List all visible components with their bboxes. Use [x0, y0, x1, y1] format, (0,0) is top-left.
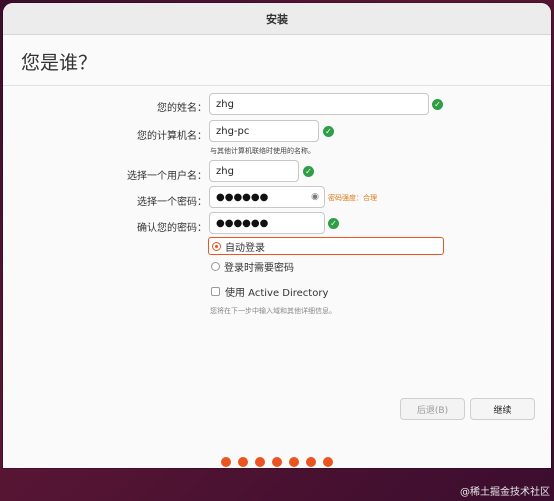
progress-dot — [221, 457, 231, 467]
computer-label: 您的计算机名： — [137, 131, 207, 142]
computer-hint: 与其他计算机联络时使用的名称。 — [210, 147, 315, 155]
auto-login-label: 自动登录 — [225, 242, 265, 254]
active-directory-hint: 您将在下一步中输入域和其他详细信息。 — [210, 307, 336, 315]
computer-valid-icon: ✓ — [323, 126, 334, 137]
back-button[interactable]: 后退(B) — [400, 398, 465, 420]
installer-window: 安装 您是谁？ 您的姓名： zhg ✓ 您的计算机名： zhg-pc ✓ 与其他… — [3, 3, 551, 468]
name-field[interactable]: zhg — [209, 93, 429, 115]
progress-dot — [306, 457, 316, 467]
require-password-radio[interactable] — [211, 261, 220, 271]
progress-dot — [272, 457, 282, 467]
show-password-icon[interactable]: ◉ — [311, 192, 319, 202]
continue-button[interactable]: 继续 — [470, 398, 535, 420]
watermark: @稀土掘金技术社区 — [460, 487, 550, 498]
progress-dot — [238, 457, 248, 467]
password-value: ●●●●●● — [216, 191, 269, 203]
confirm-value: ●●●●●● — [216, 217, 269, 229]
confirm-password-field[interactable]: ●●●●●● — [209, 212, 325, 234]
divider — [3, 85, 551, 86]
confirm-valid-icon: ✓ — [328, 218, 339, 229]
username-valid-icon: ✓ — [303, 166, 314, 177]
computer-name-value: zhg-pc — [216, 125, 250, 137]
progress-dot — [323, 457, 333, 467]
name-value: zhg — [216, 98, 234, 110]
auto-login-option[interactable]: 自动登录 — [208, 237, 444, 255]
auto-login-radio[interactable] — [212, 241, 221, 251]
computer-name-field[interactable]: zhg-pc — [209, 120, 319, 142]
active-directory-checkbox[interactable] — [211, 286, 220, 296]
active-directory-option[interactable]: 使用 Active Directory — [211, 282, 328, 300]
password-strength: 密码强度：合理 — [328, 194, 377, 202]
install-progress — [221, 457, 333, 467]
active-directory-label: 使用 Active Directory — [225, 287, 329, 299]
progress-dot — [255, 457, 265, 467]
username-field[interactable]: zhg — [209, 160, 299, 182]
username-label: 选择一个用户名： — [127, 171, 207, 182]
name-label: 您的姓名： — [157, 103, 207, 114]
require-password-label: 登录时需要密码 — [224, 262, 294, 274]
page-title: 您是谁？ — [21, 52, 98, 74]
window-titlebar: 安装 — [3, 3, 551, 35]
username-value: zhg — [216, 165, 234, 177]
name-valid-icon: ✓ — [432, 99, 443, 110]
window-title: 安装 — [266, 12, 288, 26]
progress-dot — [289, 457, 299, 467]
confirm-label: 确认您的密码： — [137, 223, 207, 234]
password-field[interactable]: ●●●●●● ◉ — [209, 186, 325, 208]
require-password-option[interactable]: 登录时需要密码 — [208, 257, 294, 275]
password-label: 选择一个密码： — [137, 197, 207, 208]
